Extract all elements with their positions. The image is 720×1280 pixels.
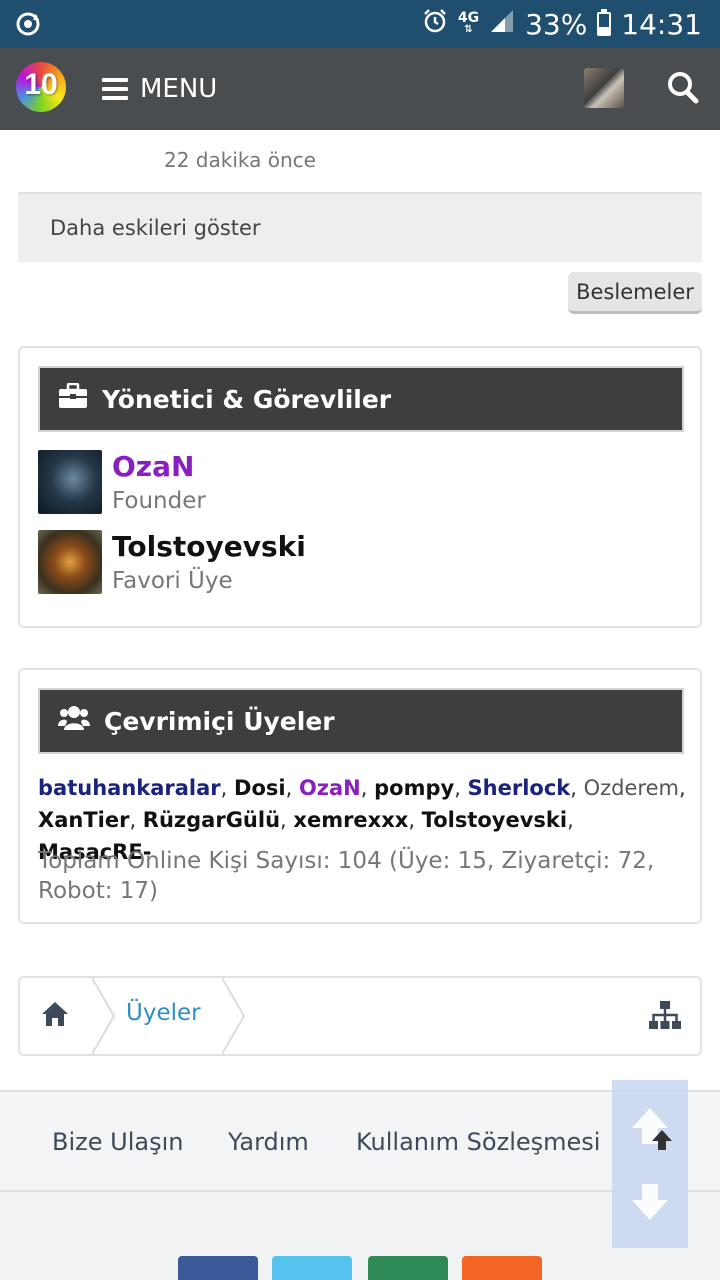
feeds-button[interactable]: Beslemeler [568,272,702,314]
facebook-button[interactable] [178,1256,258,1280]
footer-link-help[interactable]: Yardım [228,1128,309,1156]
scroll-control [612,1080,688,1248]
staff-role: Favori Üye [112,568,233,594]
online-member-link[interactable]: OzaN [299,776,361,800]
email-button[interactable] [368,1256,448,1280]
footer-link-contact[interactable]: Bize Ulaşın [52,1128,183,1156]
staff-name[interactable]: Tolstoyevski [112,530,306,563]
twitter-button[interactable] [272,1256,352,1280]
activity-timestamp: 22 dakika önce [164,148,316,172]
avatar[interactable] [38,530,102,594]
arrow-up-icon[interactable] [650,1128,674,1156]
briefcase-icon [58,382,88,415]
avatar[interactable] [38,450,102,514]
staff-name[interactable]: OzaN [112,450,194,483]
online-panel-title: Çevrimiçi Üyeler [104,706,335,736]
scroll-down-button[interactable] [626,1178,674,1230]
online-stats: Toplam Online Kişi Sayısı: 104 (Üye: 15,… [38,848,655,904]
staff-panel: Yönetici & Görevliler OzaN Founder Tolst… [18,346,702,628]
staff-panel-header: Yönetici & Görevliler [38,366,684,432]
online-member-link[interactable]: Sherlock [468,776,571,800]
status-bar: 4G ⇅ 33% 14:31 [0,0,720,48]
breadcrumb: Üyeler [18,976,702,1056]
alarm-icon [422,8,448,41]
online-panel-header: Çevrimiçi Üyeler [38,688,684,754]
staff-role: Founder [112,488,206,514]
breadcrumb-item-members[interactable]: Üyeler [126,1000,201,1026]
online-member-link[interactable]: pompy [374,776,454,800]
footer-link-terms[interactable]: Kullanım Sözleşmesi [356,1128,600,1156]
show-older-label: Daha eskileri göster [50,216,261,240]
online-member-link[interactable]: Ozderem [584,776,679,800]
menu-button[interactable]: MENU [102,70,217,108]
online-member-link[interactable]: RüzgarGülü [143,808,280,832]
sitemap-icon[interactable] [648,1000,682,1034]
app-header: 10 MENU [0,48,720,130]
network-type: 4G ⇅ [457,10,480,35]
search-icon[interactable] [666,70,700,106]
online-member-link[interactable]: XanTier [38,808,129,832]
users-icon [58,704,90,738]
user-avatar[interactable] [584,68,624,108]
hamburger-icon [102,78,128,100]
site-logo[interactable]: 10 [16,62,66,112]
menu-label: MENU [140,74,218,104]
breadcrumb-separator [92,978,116,1054]
rss-button[interactable] [462,1256,542,1280]
home-icon[interactable] [40,1000,70,1032]
clock: 14:31 [621,7,702,41]
staff-panel-title: Yönetici & Görevliler [102,384,392,414]
show-older-button[interactable]: Daha eskileri göster [18,192,702,262]
online-member-link[interactable]: xemrexxx [293,808,408,832]
online-member-link[interactable]: Tolstoyevski [422,808,567,832]
online-member-link[interactable]: batuhankaralar [38,776,221,800]
battery-percent: 33% [525,7,588,41]
sync-icon [14,10,42,42]
online-member-link[interactable]: Dosi [234,776,286,800]
breadcrumb-separator [222,978,246,1054]
signal-icon [489,8,515,41]
online-members-panel: Çevrimiçi Üyeler batuhankaralar, Dosi, O… [18,668,702,924]
battery-icon [597,9,612,36]
